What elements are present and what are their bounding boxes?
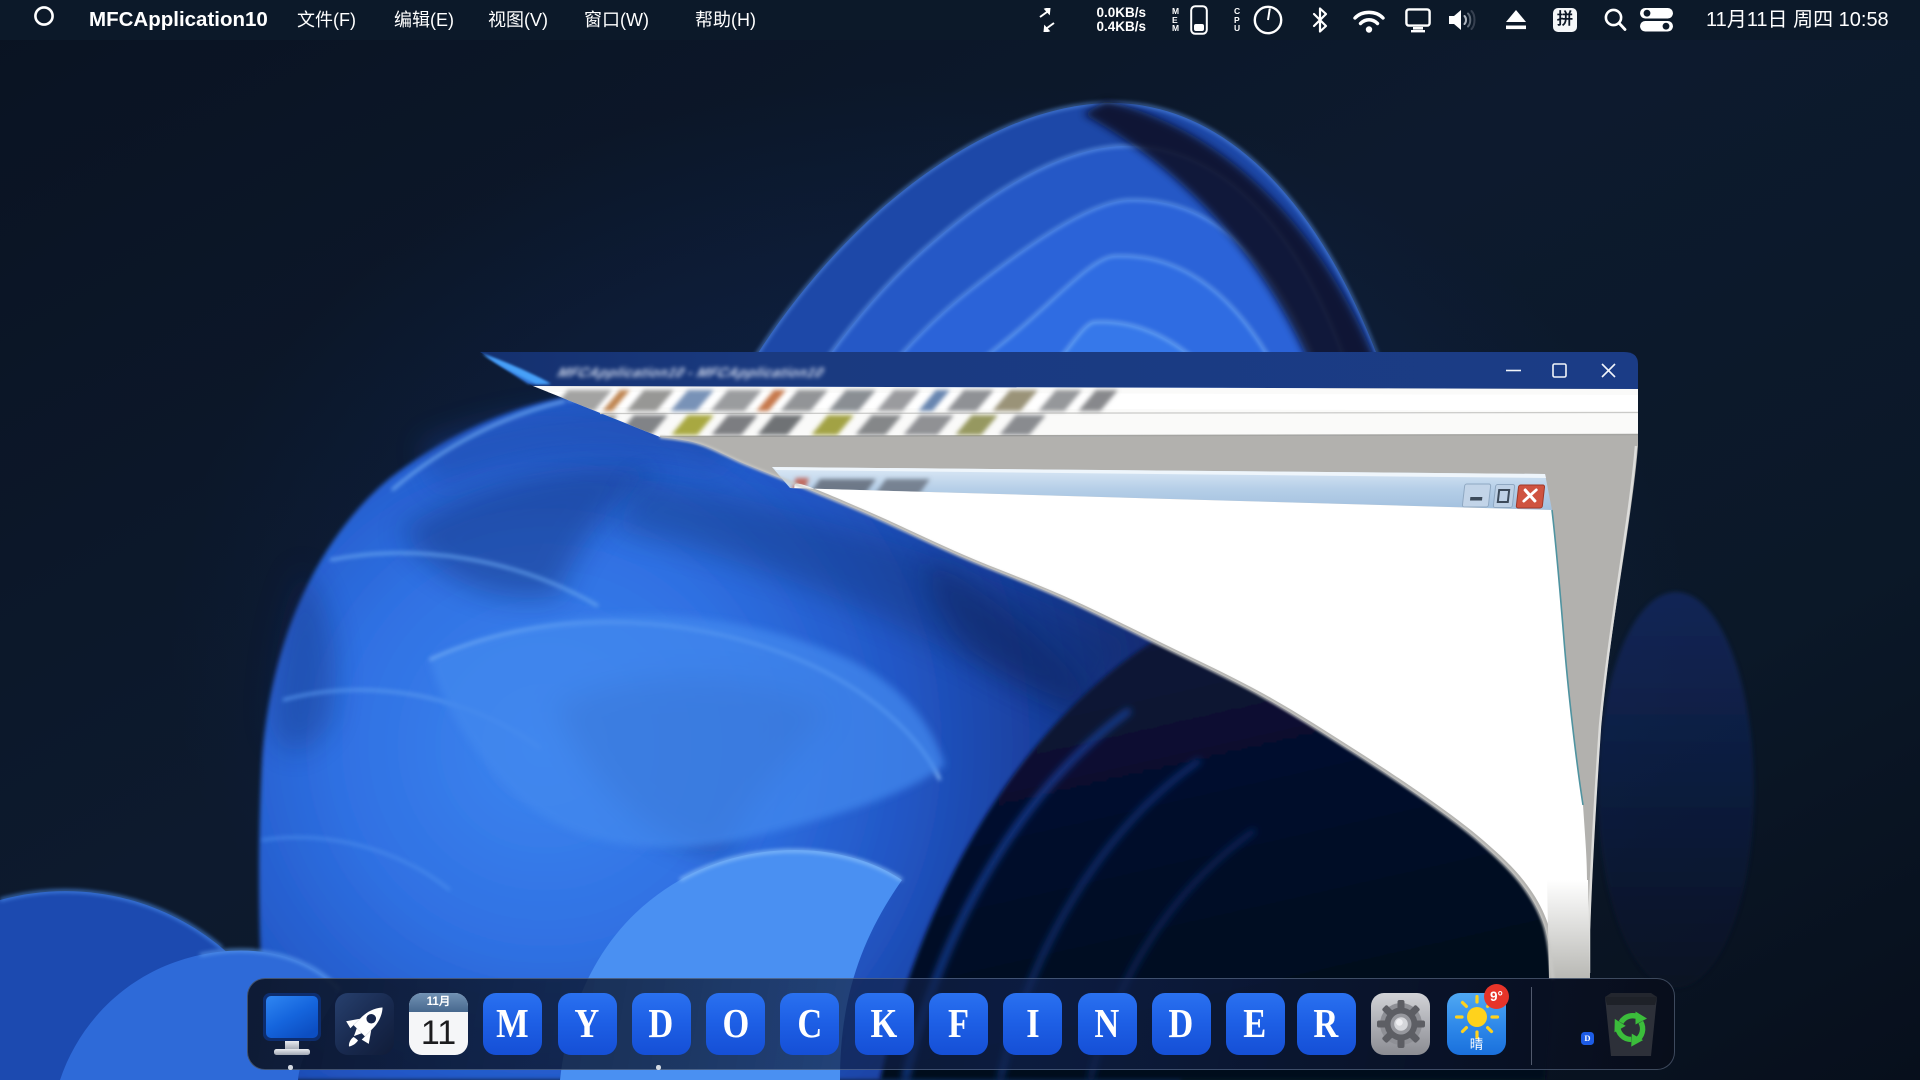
svg-text:MFCApplication10 - MFCApplicat: MFCApplication10 - MFCApplication10 [554, 366, 828, 381]
